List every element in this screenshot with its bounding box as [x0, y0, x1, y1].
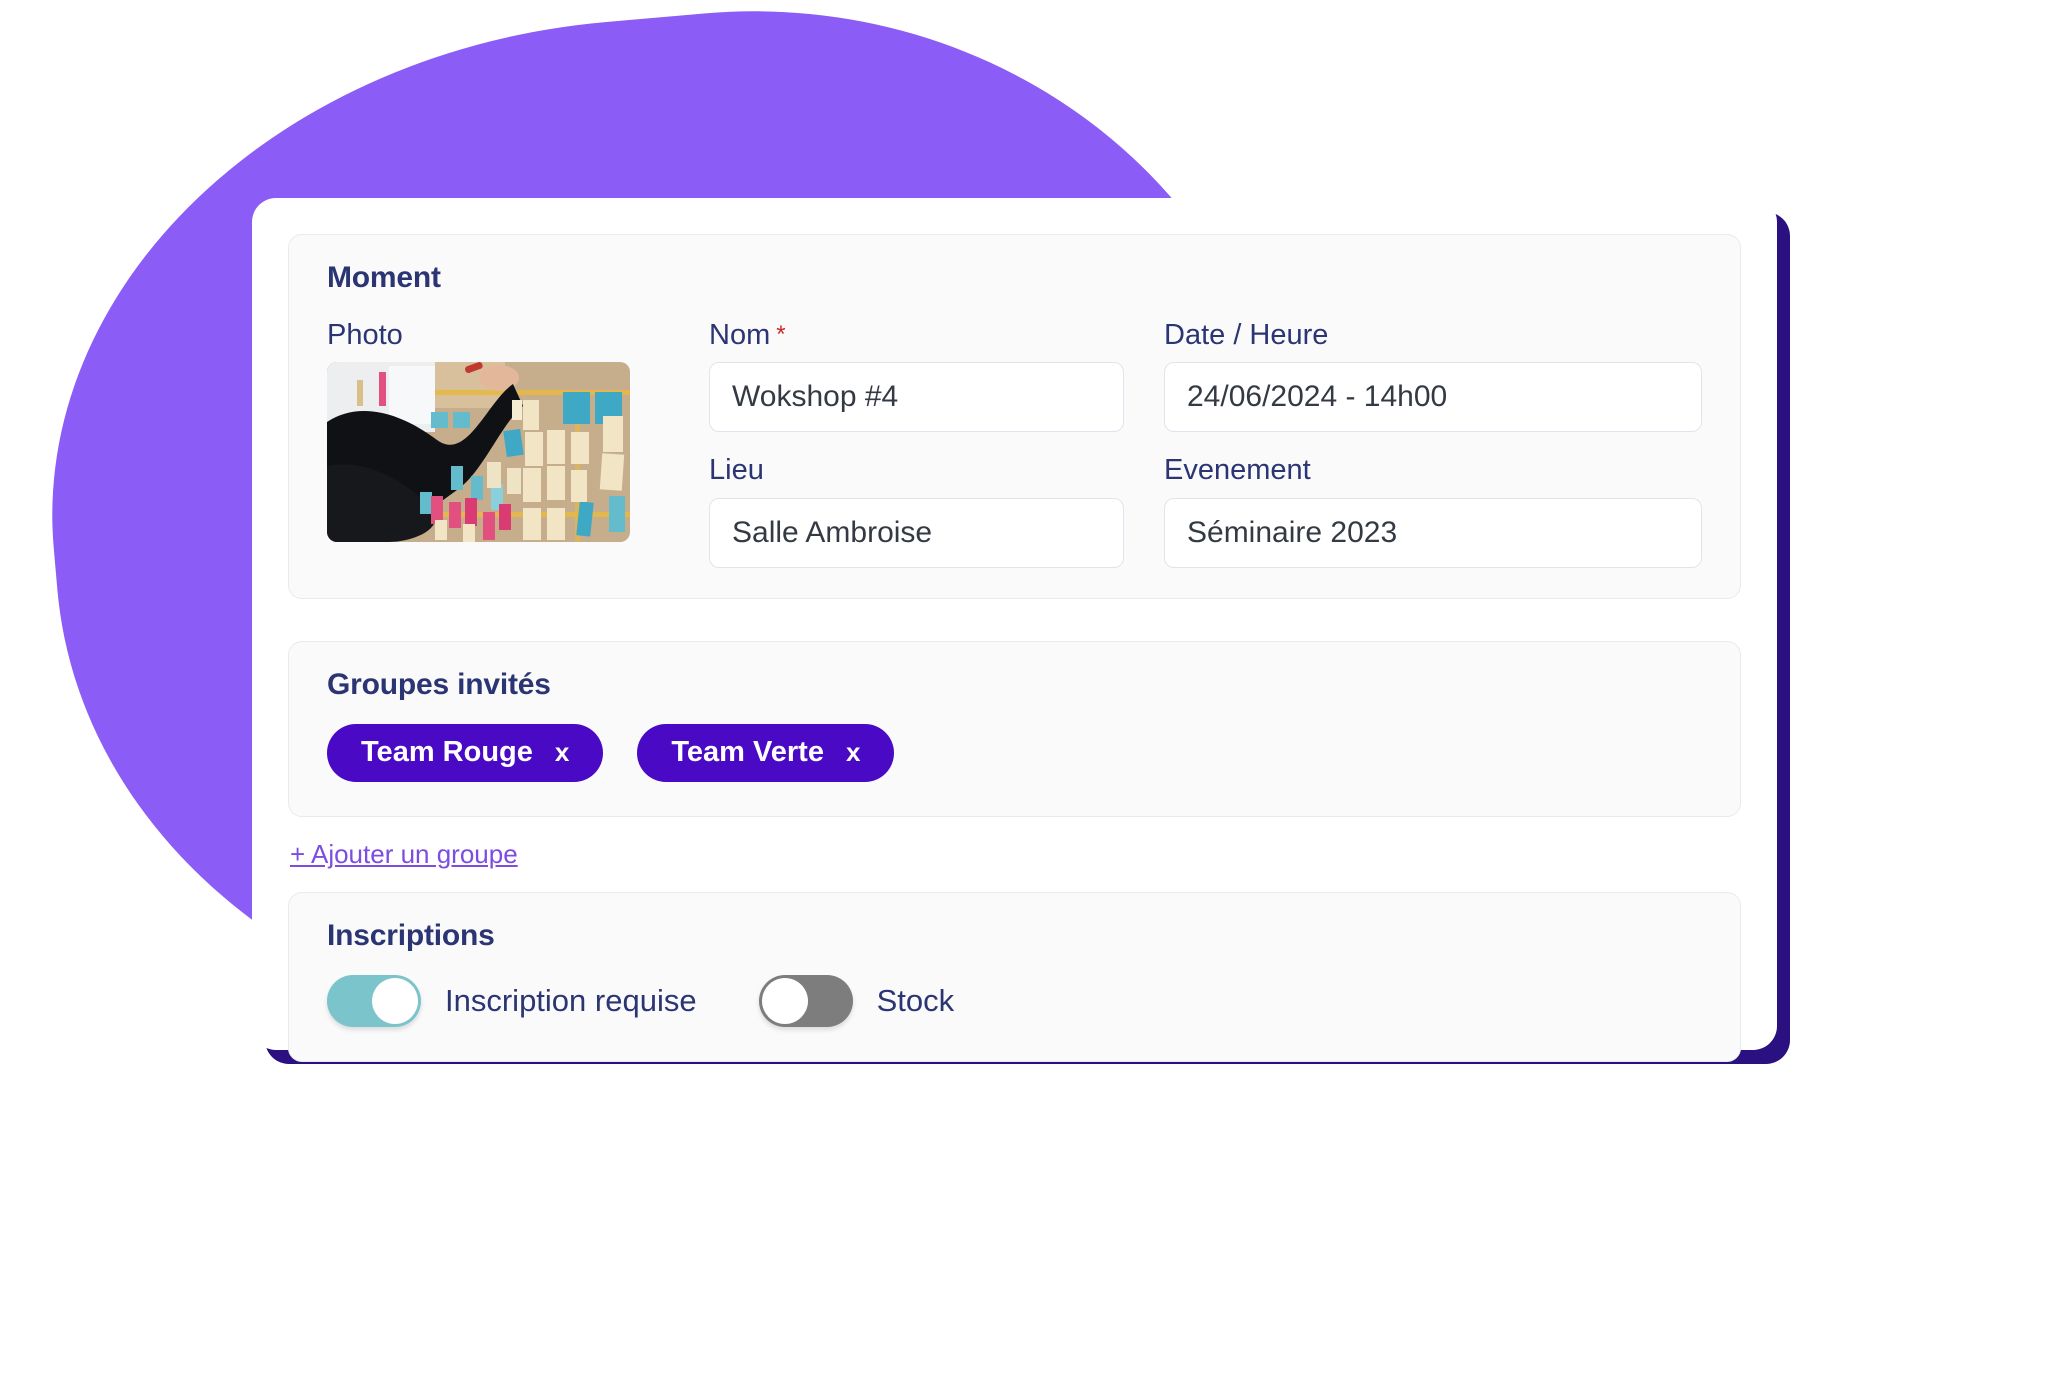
remove-tag-icon[interactable]: x	[555, 737, 569, 768]
moment-panel-title: Moment	[327, 261, 441, 294]
date-heure-label: Date / Heure	[1164, 319, 1329, 351]
workshop-photo-illustration	[327, 362, 630, 543]
screenshot-stage: Moment Photo Nom * Wokshop #4 Lieu Salle…	[0, 0, 2064, 1397]
inscription-requise-toggle[interactable]	[327, 974, 421, 1027]
lieu-input[interactable]: Salle Ambroise	[709, 497, 1124, 568]
lieu-field: Lieu Salle Ambroise	[709, 454, 1124, 568]
group-tag-label: Team Rouge	[361, 736, 533, 769]
photo-column: Photo	[327, 319, 669, 568]
nom-input[interactable]: Wokshop #4	[709, 362, 1124, 433]
date-heure-field: Date / Heure 24/06/2024 - 14h00	[1164, 319, 1702, 433]
inscriptions-panel-title: Inscriptions	[327, 918, 495, 952]
toggle-knob	[761, 977, 808, 1024]
inscription-requise-label: Inscription requise	[445, 982, 697, 1018]
nom-lieu-column: Nom * Wokshop #4 Lieu Salle Ambroise	[709, 319, 1124, 568]
evenement-label: Evenement	[1164, 454, 1311, 487]
moment-form-card: Moment Photo Nom * Wokshop #4 Lieu Salle…	[252, 198, 1777, 1062]
stock-toggle[interactable]	[758, 974, 853, 1027]
photo-label: Photo	[327, 319, 403, 351]
inscription-requise-toggle-item: Inscription requise	[327, 974, 697, 1027]
moment-fields-grid: Photo Nom * Wokshop #4 Lieu Salle Ambroi…	[327, 319, 1702, 568]
stock-toggle-item: Stock	[758, 974, 955, 1027]
groupes-panel-title: Groupes invités	[327, 667, 551, 701]
stock-label: Stock	[876, 982, 955, 1018]
lieu-label: Lieu	[709, 454, 764, 487]
toggle-knob	[372, 977, 418, 1024]
group-tag[interactable]: Team Verte x	[637, 723, 895, 782]
date-evenement-column: Date / Heure 24/06/2024 - 14h00 Evenemen…	[1164, 319, 1702, 568]
evenement-field: Evenement Séminaire 2023	[1164, 454, 1702, 568]
inscriptions-toggle-row: Inscription requise Stock	[327, 974, 1702, 1027]
group-tag[interactable]: Team Rouge x	[327, 723, 604, 782]
group-tag-list: Team Rouge x Team Verte x	[327, 723, 1702, 782]
groupes-invites-panel: Groupes invités Team Rouge x Team Verte …	[288, 640, 1741, 817]
nom-label: Nom *	[709, 319, 1124, 352]
required-asterisk-icon: *	[776, 321, 786, 348]
add-group-link[interactable]: + Ajouter un groupe	[290, 839, 1741, 870]
group-tag-label: Team Verte	[671, 736, 824, 769]
remove-tag-icon[interactable]: x	[846, 737, 860, 768]
inscriptions-panel: Inscriptions Inscription requise Stock	[288, 891, 1741, 1062]
evenement-input[interactable]: Séminaire 2023	[1164, 497, 1702, 568]
photo-thumbnail[interactable]	[327, 362, 630, 543]
nom-label-text: Nom	[709, 319, 771, 351]
nom-field: Nom * Wokshop #4	[709, 319, 1124, 433]
card-content: Moment Photo Nom * Wokshop #4 Lieu Salle…	[288, 234, 1741, 1062]
moment-panel: Moment Photo Nom * Wokshop #4 Lieu Salle…	[288, 234, 1741, 599]
date-heure-input[interactable]: 24/06/2024 - 14h00	[1164, 362, 1702, 433]
